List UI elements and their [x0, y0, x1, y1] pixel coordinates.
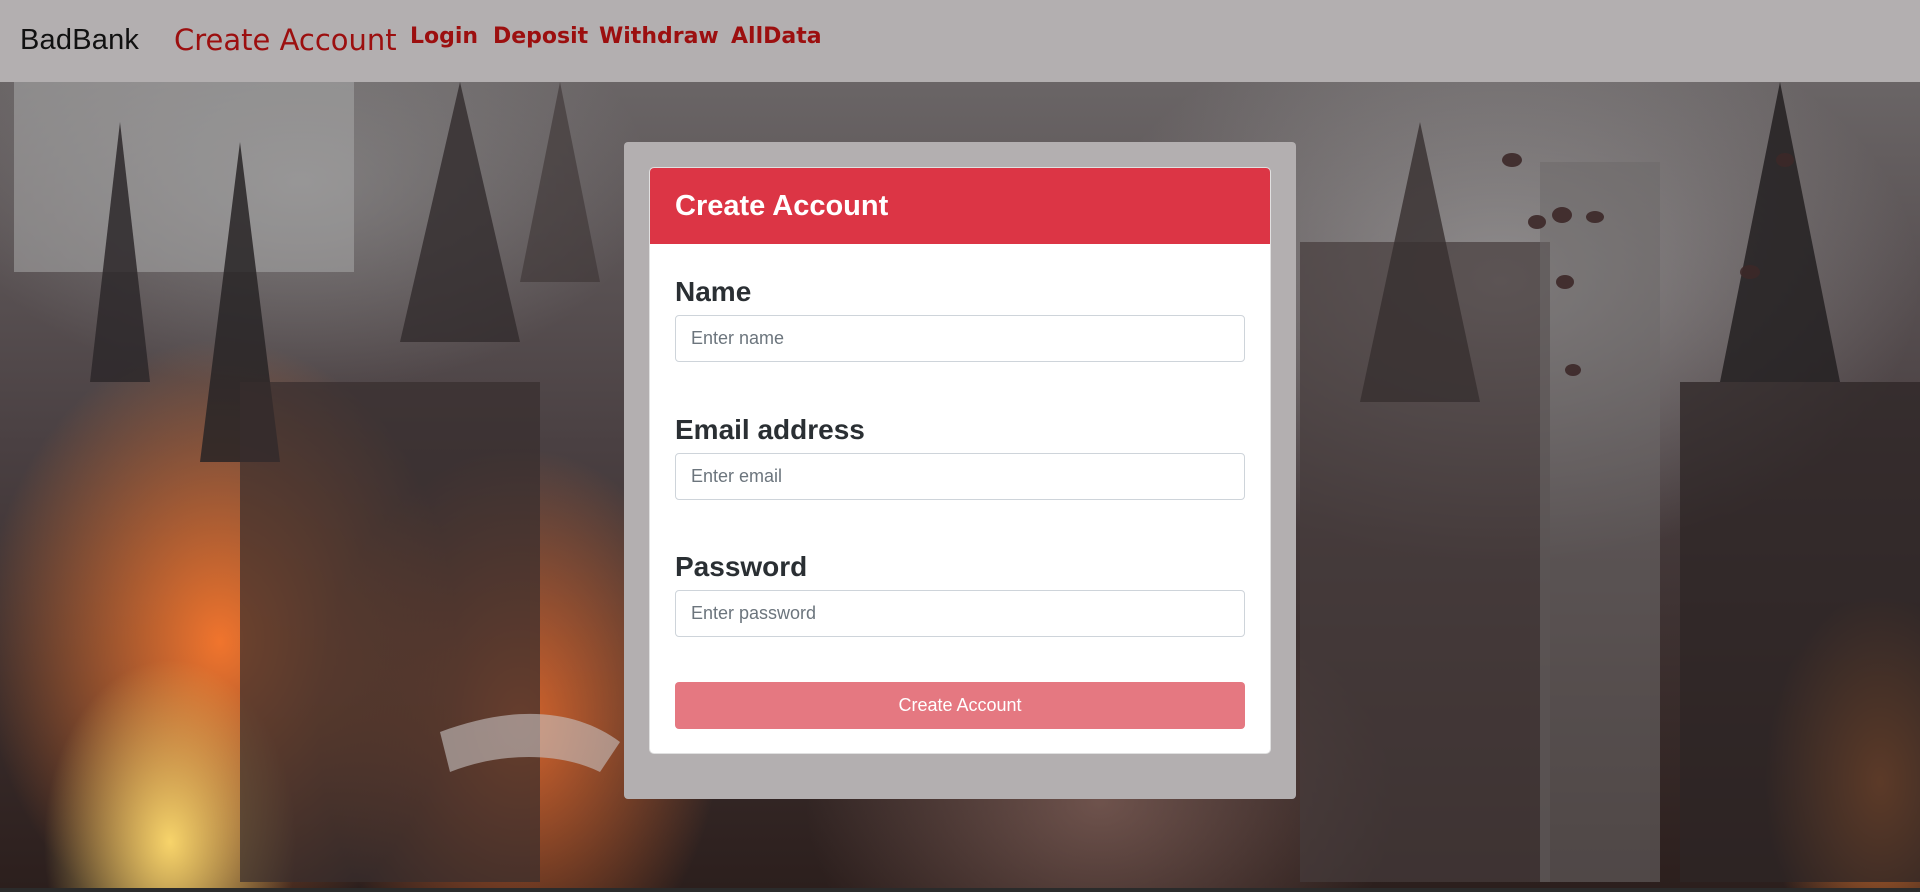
- email-label: Email address: [675, 414, 865, 445]
- name-label: Name: [675, 276, 752, 307]
- top-navbar: BadBank Create Account Login Deposit Wit…: [0, 0, 1920, 82]
- password-label: Password: [675, 551, 808, 582]
- password-input[interactable]: [675, 590, 1245, 637]
- brand-link[interactable]: BadBank: [20, 24, 139, 57]
- email-input[interactable]: [675, 453, 1245, 500]
- create-account-card: Create Account Name Email address Passwo…: [649, 167, 1271, 754]
- name-input[interactable]: [675, 315, 1245, 362]
- nav-create-account[interactable]: Create Account: [174, 23, 397, 57]
- nav-alldata[interactable]: AllData: [731, 24, 822, 49]
- card-header: Create Account: [650, 168, 1270, 244]
- page-bottom-edge: [0, 888, 1920, 892]
- create-account-button[interactable]: Create Account: [675, 682, 1245, 729]
- nav-deposit[interactable]: Deposit: [493, 24, 588, 49]
- nav-withdraw[interactable]: Withdraw: [599, 24, 719, 49]
- nav-login[interactable]: Login: [410, 24, 478, 49]
- card-title: Create Account: [675, 189, 889, 222]
